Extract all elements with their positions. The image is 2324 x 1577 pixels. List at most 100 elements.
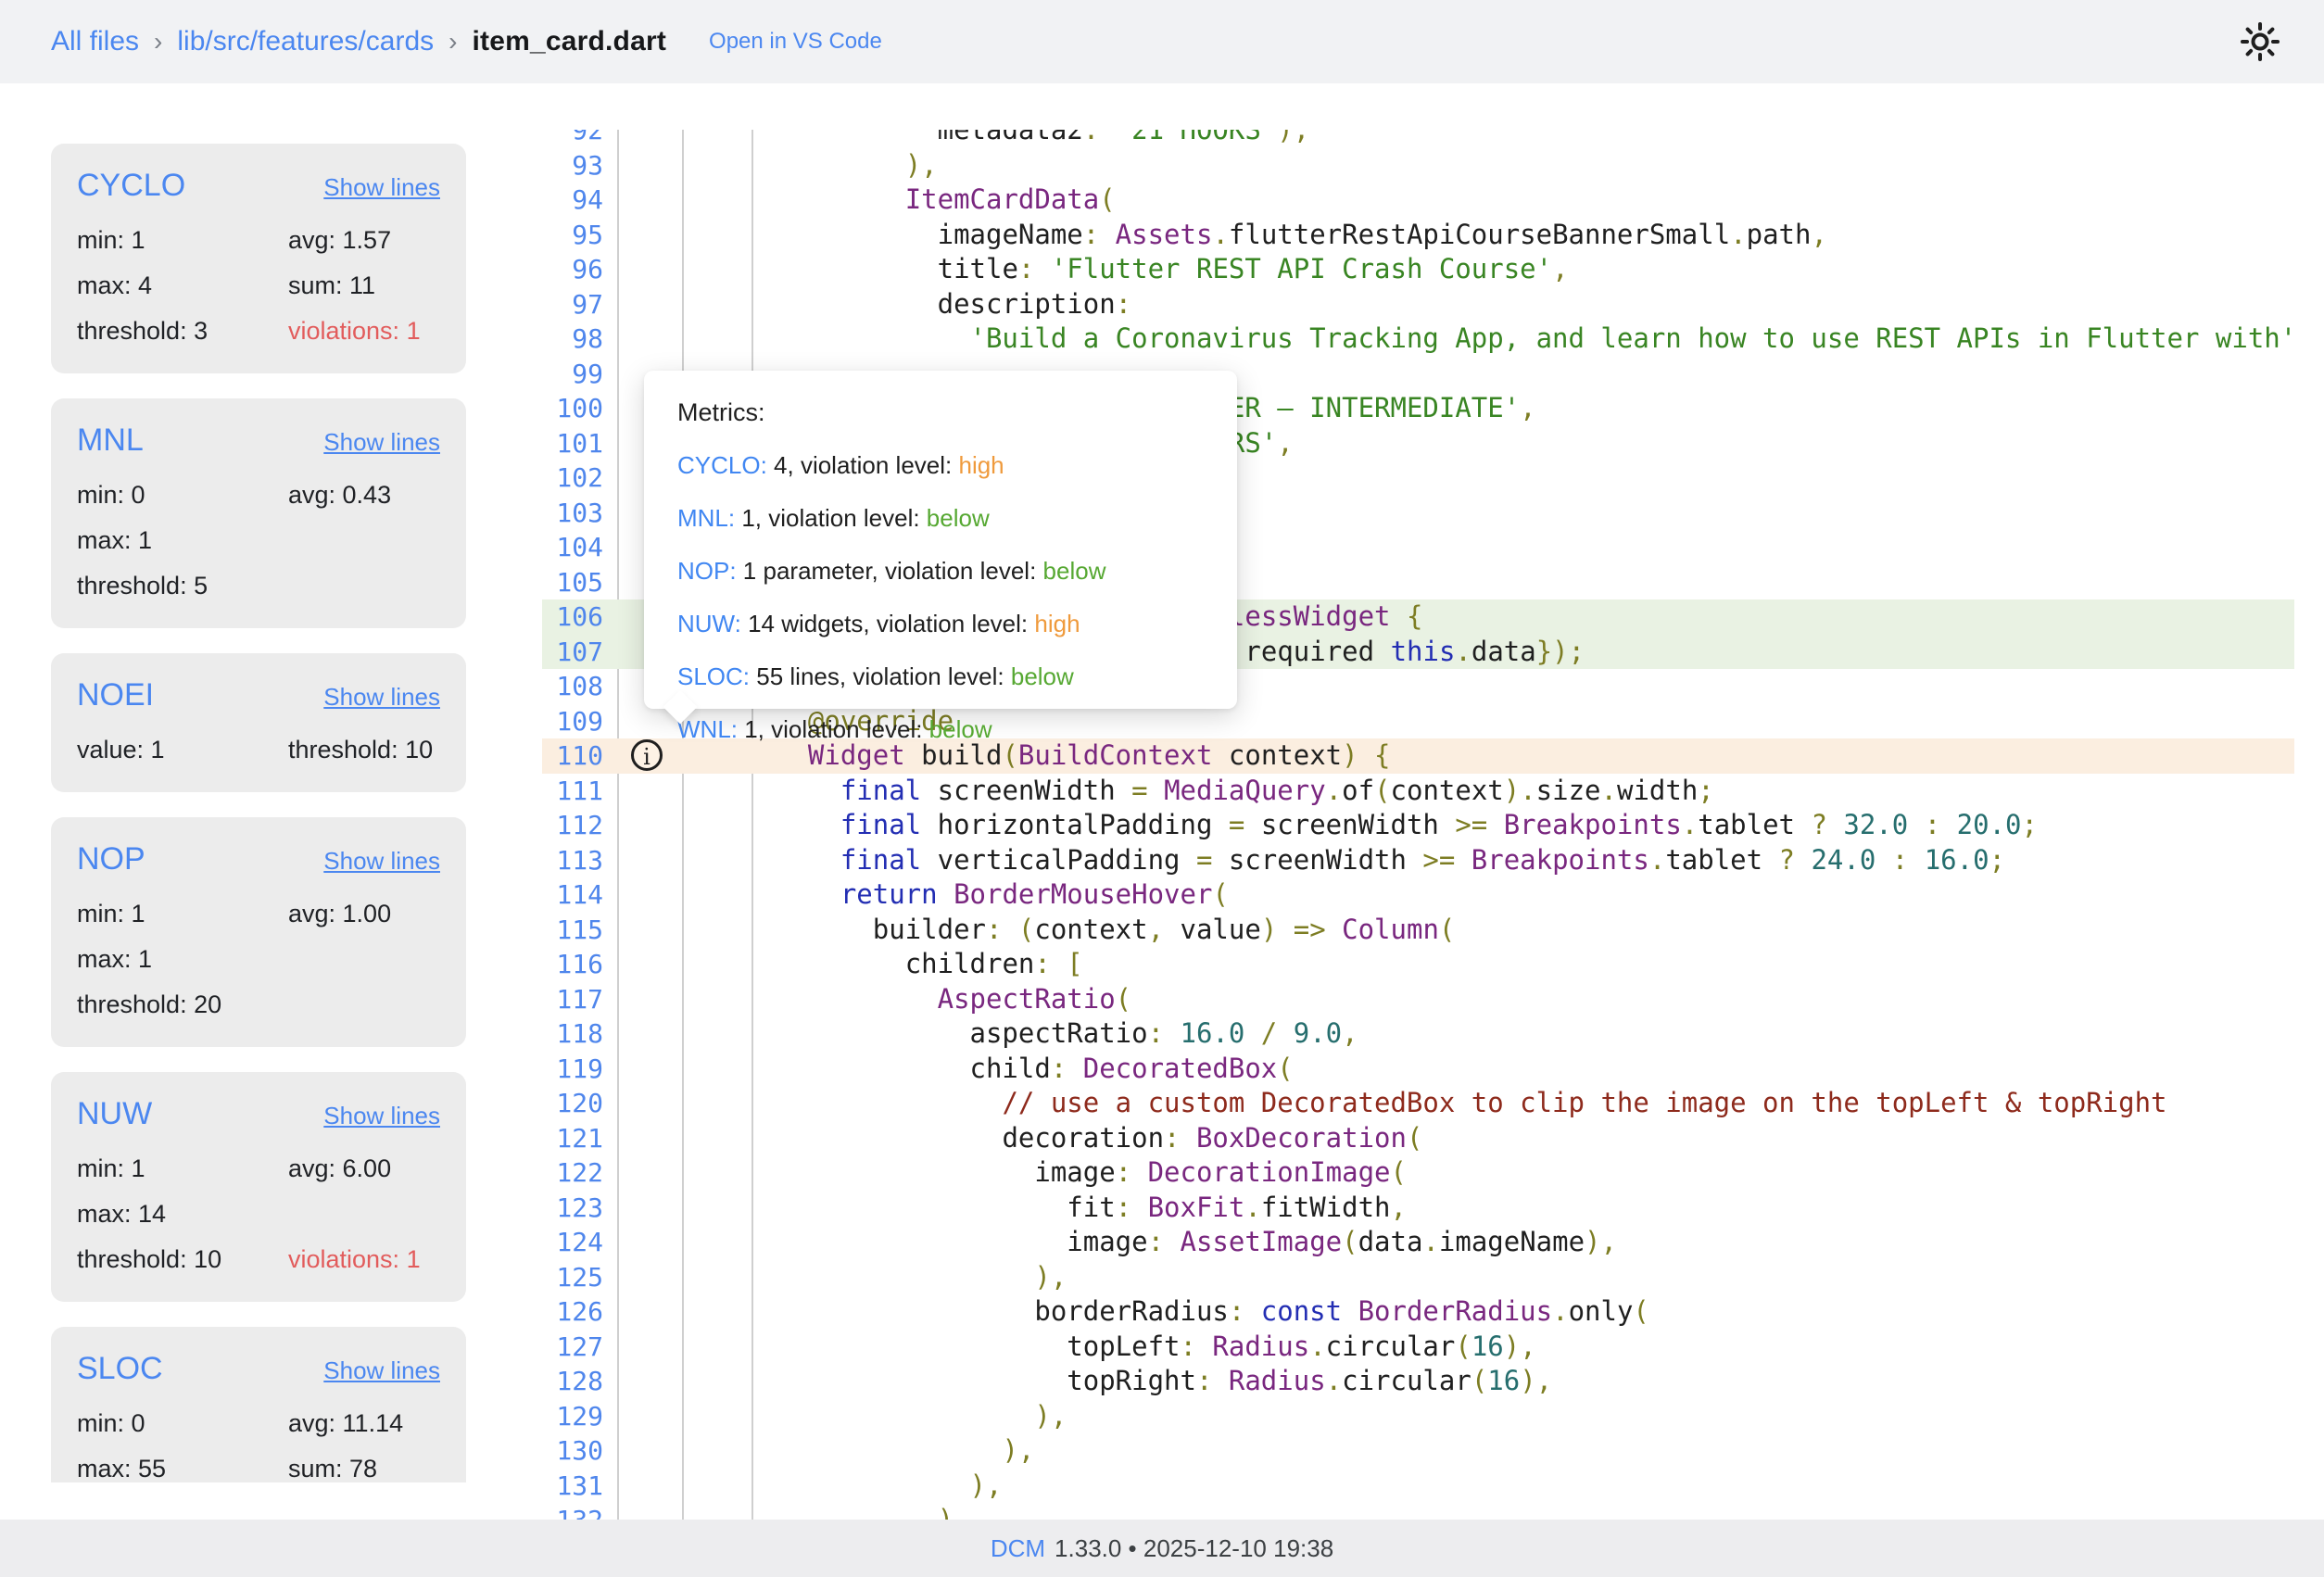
code-line: 128 topRight: Radius.circular(16), — [542, 1364, 2324, 1399]
metric-stat: threshold: 20 — [77, 990, 288, 1019]
code-line: 93 ), — [542, 148, 2324, 183]
metric-stat: violations: 1 — [288, 1245, 440, 1274]
code-line: 95 imageName: Assets.flutterRestApiCours… — [542, 218, 2324, 253]
code-line: 98 'Build a Coronavirus Tracking App, an… — [542, 322, 2324, 357]
code-line-text: image: DecorationImage( — [776, 1155, 1407, 1191]
line-number: 105 — [542, 565, 603, 600]
line-number: 111 — [542, 774, 603, 809]
metric-stats: min: 1avg: 6.00max: 14threshold: 10viola… — [77, 1154, 440, 1274]
code-line-text: description: — [776, 287, 1131, 322]
metric-stat: min: 1 — [77, 1154, 288, 1183]
line-number: 101 — [542, 426, 603, 461]
tooltip-metric-value: 14 widgets, violation level: — [741, 610, 1035, 637]
line-number: 106 — [542, 599, 603, 635]
code-line-text: child: DecoratedBox( — [776, 1052, 1294, 1087]
code-line-text: return BorderMouseHover( — [776, 877, 1229, 913]
code-line: 117 AspectRatio( — [542, 982, 2324, 1017]
metric-card-header: NOEIShow lines — [77, 677, 440, 713]
metric-stat — [288, 1200, 440, 1229]
line-number: 116 — [542, 947, 603, 982]
code-line-text: AspectRatio( — [776, 982, 1131, 1017]
line-number: 125 — [542, 1260, 603, 1295]
line-number: 123 — [542, 1191, 603, 1226]
metric-stat: avg: 1.57 — [288, 226, 440, 255]
tooltip-violation-level: high — [1034, 610, 1080, 637]
theme-toggle-button[interactable] — [2239, 20, 2281, 63]
tooltip-metric-value: 4, violation level: — [767, 451, 959, 479]
code-line: 125 ), — [542, 1260, 2324, 1295]
line-number: 103 — [542, 496, 603, 531]
line-number: 98 — [542, 322, 603, 357]
tooltip-metric-row: CYCLO: 4, violation level: high — [677, 451, 1237, 480]
code-line-text: topRight: Radius.circular(16), — [776, 1364, 1552, 1399]
code-line-text: imageName: Assets.flutterRestApiCourseBa… — [776, 218, 1827, 253]
code-line: 113 final verticalPadding = screenWidth … — [542, 843, 2324, 878]
code-line: 131 ), — [542, 1469, 2324, 1504]
metric-stat: min: 1 — [77, 900, 288, 928]
line-number: 107 — [542, 635, 603, 670]
tooltip-violation-level: below — [1011, 662, 1074, 690]
metric-title: NUW — [77, 1096, 152, 1132]
code-line-text: ), — [776, 1469, 1002, 1504]
metric-stats: min: 0avg: 11.14max: 55sum: 78threshold:… — [77, 1409, 440, 1482]
metric-stat: threshold: 5 — [77, 572, 288, 600]
line-number: 122 — [542, 1155, 603, 1191]
metric-card: NOPShow linesmin: 1avg: 1.00max: 1thresh… — [51, 817, 466, 1047]
metric-card: CYCLOShow linesmin: 1avg: 1.57max: 4sum:… — [51, 144, 466, 373]
metric-card: NOEIShow lines value: 1threshold: 10 — [51, 653, 466, 792]
metric-stat: max: 14 — [77, 1200, 288, 1229]
code-line-text: decoration: BoxDecoration( — [776, 1121, 1422, 1156]
breadcrumb-separator: › — [154, 27, 162, 57]
metric-title: NOP — [77, 841, 145, 877]
code-line-text: borderRadius: const BorderRadius.only( — [776, 1294, 1649, 1330]
code-line-text: ), — [776, 1260, 1067, 1295]
line-number: 112 — [542, 808, 603, 843]
show-lines-link[interactable]: Show lines — [323, 847, 440, 876]
metric-stats: min: 1avg: 1.57max: 4sum: 11threshold: 3… — [77, 226, 440, 346]
tooltip-title: Metrics: — [677, 398, 1237, 427]
tooltip-metric-label: WNL: — [677, 715, 738, 743]
code-line-text: image: AssetImage(data.imageName), — [776, 1225, 1617, 1260]
code-line: 122 image: DecorationImage( — [542, 1155, 2324, 1191]
breadcrumb-all-files[interactable]: All files — [51, 26, 139, 57]
dcm-link[interactable]: DCM — [991, 1534, 1045, 1563]
metric-stat: avg: 1.00 — [288, 900, 440, 928]
metric-stat: min: 0 — [77, 481, 288, 510]
show-lines-link[interactable]: Show lines — [323, 173, 440, 202]
metric-card-header: SLOCShow lines — [77, 1351, 440, 1387]
code-view[interactable]: 92 metadata2: '21 HOOKS'),93 ),94 ItemCa… — [542, 130, 2324, 1520]
code-line-text: topLeft: Radius.circular(16), — [776, 1330, 1536, 1365]
show-lines-link[interactable]: Show lines — [323, 428, 440, 457]
code-line-text: ), — [776, 1433, 1034, 1469]
line-number: 96 — [542, 252, 603, 287]
line-number: 128 — [542, 1364, 603, 1399]
metric-stat — [288, 526, 440, 555]
code-line-text: // use a custom DecoratedBox to clip the… — [776, 1086, 2167, 1121]
metric-stat: sum: 11 — [288, 271, 440, 300]
show-lines-link[interactable]: Show lines — [323, 683, 440, 712]
line-number: 114 — [542, 877, 603, 913]
code-line: 124 image: AssetImage(data.imageName), — [542, 1225, 2324, 1260]
breadcrumb-current-file: item_card.dart — [472, 26, 666, 57]
tooltip-metric-value: 1, violation level: — [735, 504, 927, 532]
tooltip-metric-label: CYCLO: — [677, 451, 767, 479]
code-line-text: children: [ — [776, 947, 1083, 982]
info-icon[interactable]: i — [631, 739, 663, 771]
breadcrumb-folder[interactable]: lib/src/features/cards — [177, 26, 434, 57]
tooltip-metric-row: NUW: 14 widgets, violation level: high — [677, 610, 1237, 638]
metric-stat: avg: 0.43 — [288, 481, 440, 510]
show-lines-link[interactable]: Show lines — [323, 1102, 440, 1130]
line-number: 130 — [542, 1433, 603, 1469]
line-number: 118 — [542, 1016, 603, 1052]
footer-meta: 1.33.0 • 2025-12-10 19:38 — [1055, 1534, 1333, 1563]
metric-stat: min: 1 — [77, 226, 288, 255]
code-line: 118 aspectRatio: 16.0 / 9.0, — [542, 1016, 2324, 1052]
tooltip-metric-value: 1, violation level: — [738, 715, 929, 743]
metric-stats: value: 1threshold: 10 — [77, 736, 440, 764]
open-in-vscode-link[interactable]: Open in VS Code — [709, 29, 882, 55]
tooltip-violation-level: below — [927, 504, 990, 532]
show-lines-link[interactable]: Show lines — [323, 1356, 440, 1385]
tooltip-rows: CYCLO: 4, violation level: highMNL: 1, v… — [677, 451, 1237, 744]
metric-cards[interactable]: CYCLOShow linesmin: 1avg: 1.57max: 4sum:… — [51, 144, 466, 1482]
code-line-text: ItemCardData( — [776, 183, 1116, 218]
